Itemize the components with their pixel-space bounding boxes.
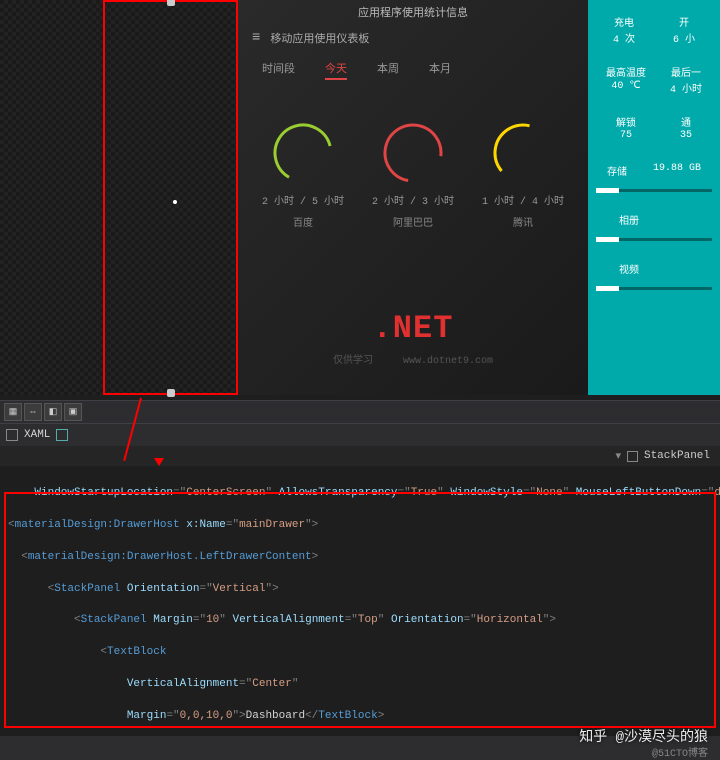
ring-baidu: 2 小时 / 5 小时 百度	[262, 118, 344, 230]
toolbar-lock-icon[interactable]: ▣	[64, 403, 82, 421]
canvas-margin	[0, 0, 103, 395]
hamburger-icon[interactable]: ≡	[252, 30, 260, 46]
tab-period[interactable]: 时间段	[262, 60, 295, 80]
net-logo: .NET	[238, 310, 588, 347]
tabs-row: 时间段 今天 本周 本月	[238, 52, 588, 88]
designer-toolbar: ▦ ⇔ ◧ ▣	[0, 400, 720, 424]
xaml-collapse-icon[interactable]	[6, 429, 18, 441]
tab-week[interactable]: 本周	[377, 60, 399, 80]
net-footer: 仅供学习 www.dotnet9.com	[238, 351, 588, 367]
stackpanel-icon[interactable]	[627, 451, 638, 462]
xaml-popout-icon[interactable]	[56, 429, 68, 441]
storage-bar	[596, 189, 712, 192]
breadcrumb-bar: ▾ StackPanel	[0, 446, 720, 466]
dashboard-title: 移动应用使用仪表板	[270, 30, 369, 46]
toolbar-zoom-icon[interactable]: ◧	[44, 403, 62, 421]
toolbar-split-icon[interactable]: ⇔	[24, 403, 42, 421]
xaml-code-editor[interactable]: WindowStartupLocation="CenterScreen" All…	[0, 466, 720, 736]
album-bar	[596, 238, 712, 241]
app-header: ≡ 移动应用使用仪表板	[238, 24, 588, 52]
tab-today[interactable]: 今天	[325, 60, 347, 80]
xaml-tab[interactable]: XAML	[24, 429, 50, 441]
app-window-preview: 应用程序使用统计信息 ≡ 移动应用使用仪表板 时间段 今天 本周 本月 2 小时…	[238, 0, 588, 395]
stats-panel: 充电4 次开6 小 最高温度40 ℃最后一4 小时 解锁75通35 存储19.8…	[588, 0, 720, 395]
xaml-tab-bar: XAML	[0, 424, 720, 446]
center-dot	[173, 200, 177, 204]
breadcrumb-item[interactable]: StackPanel	[644, 450, 710, 462]
ring-tencent: 1 小时 / 4 小时 腾讯	[482, 118, 564, 230]
rings-row: 2 小时 / 5 小时 百度 2 小时 / 3 小时 阿里巴巴 1 小时 / 4…	[238, 88, 588, 240]
tab-month[interactable]: 本月	[429, 60, 451, 80]
toolbar-grid-icon[interactable]: ▦	[4, 403, 22, 421]
drawer-panel-preview[interactable]	[103, 0, 238, 395]
video-bar	[596, 287, 712, 290]
annotation-arrow-tip	[154, 458, 164, 466]
ring-alibaba: 2 小时 / 3 小时 阿里巴巴	[372, 118, 454, 230]
app-title: 应用程序使用统计信息	[238, 0, 588, 24]
designer-canvas: 应用程序使用统计信息 ≡ 移动应用使用仪表板 时间段 今天 本周 本月 2 小时…	[0, 0, 720, 400]
